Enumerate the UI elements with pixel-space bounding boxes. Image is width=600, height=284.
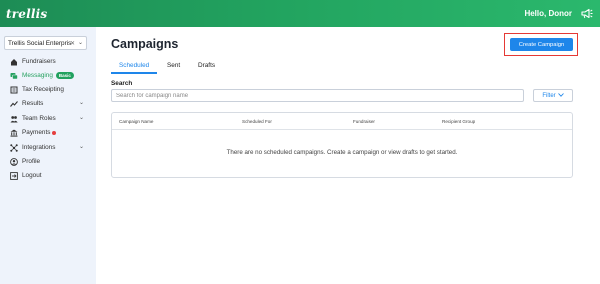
- logout-icon: [10, 171, 18, 180]
- integrations-icon: [10, 143, 18, 152]
- column-header[interactable]: Fundraiser: [353, 119, 375, 124]
- filter-button-label: Filter: [542, 92, 556, 99]
- tab-drafts[interactable]: Drafts: [198, 62, 215, 73]
- org-select[interactable]: Trellis Social Enterprise ✕ ⌄: [4, 36, 87, 50]
- receipt-icon: [10, 86, 18, 94]
- sidebar-item-label: Messaging: [22, 72, 53, 79]
- page-title: Campaigns: [111, 37, 179, 51]
- messaging-icon: [10, 72, 18, 80]
- sidebar-item-label: Integrations: [22, 144, 56, 151]
- clear-icon[interactable]: ✕: [70, 40, 75, 47]
- create-campaign-button[interactable]: Create Campaign: [510, 38, 573, 51]
- chevron-down-icon[interactable]: ⌄: [79, 114, 84, 121]
- app-logo[interactable]: trellis: [6, 7, 47, 21]
- plan-badge: Basic: [55, 72, 74, 79]
- column-header[interactable]: Recipient Group: [442, 119, 475, 124]
- sidebar-item-integrations[interactable]: Integrations ⌄: [10, 142, 90, 153]
- table-header: Campaign Name Scheduled For Fundraiser R…: [112, 113, 572, 130]
- sidebar-item-label: Profile: [22, 158, 41, 165]
- sidebar-item-label: Logout: [22, 172, 42, 179]
- sidebar-item-label: Team Roles: [22, 115, 56, 122]
- main-content: Campaigns Create Campaign Scheduled Sent…: [96, 27, 600, 284]
- alert-dot: [52, 130, 57, 135]
- search-input[interactable]: [111, 89, 524, 102]
- chevron-down-icon: [557, 92, 564, 99]
- active-tab-indicator: [111, 72, 157, 74]
- filter-button[interactable]: Filter: [533, 89, 573, 102]
- top-right-area: Hello, Donor: [524, 8, 594, 20]
- sidebar-item-label: Fundraisers: [22, 58, 56, 65]
- sidebar-item-team-roles[interactable]: Team Roles ⌄: [10, 113, 90, 124]
- sidebar-item-profile[interactable]: Profile: [10, 156, 90, 167]
- create-campaign-highlight: Create Campaign: [504, 33, 578, 56]
- chevron-down-icon[interactable]: ⌄: [79, 143, 84, 150]
- sidebar: Trellis Social Enterprise ✕ ⌄ Fundraiser…: [0, 27, 96, 284]
- sidebar-item-messaging[interactable]: Messaging Basic: [10, 70, 90, 81]
- users-icon: [10, 115, 18, 123]
- column-header[interactable]: Scheduled For: [242, 119, 272, 124]
- tab-sent[interactable]: Sent: [167, 62, 180, 73]
- bank-icon: [10, 129, 18, 137]
- profile-icon: [10, 157, 18, 166]
- top-bar: trellis Hello, Donor: [0, 0, 600, 27]
- home-icon: [10, 58, 18, 66]
- org-select-value: Trellis Social Enterprise: [8, 39, 71, 47]
- user-greeting[interactable]: Hello, Donor: [524, 9, 572, 18]
- sidebar-item-results[interactable]: Results ⌄: [10, 98, 90, 109]
- chevron-down-icon[interactable]: ⌄: [79, 99, 84, 106]
- megaphone-icon[interactable]: [580, 8, 594, 20]
- campaigns-table: Campaign Name Scheduled For Fundraiser R…: [111, 112, 573, 178]
- search-label: Search: [111, 80, 133, 87]
- sidebar-item-label: Tax Receipting: [22, 86, 64, 93]
- chevron-down-icon[interactable]: ⌄: [78, 39, 83, 46]
- sidebar-item-payments[interactable]: Payments: [10, 127, 90, 138]
- sidebar-item-label: Payments: [22, 129, 51, 136]
- campaign-tabs: Scheduled Sent Drafts: [111, 62, 261, 74]
- chart-icon: [10, 100, 18, 108]
- empty-state-message: There are no scheduled campaigns. Create…: [226, 149, 458, 156]
- sidebar-item-tax-receipting[interactable]: Tax Receipting: [10, 84, 90, 95]
- sidebar-item-label: Results: [22, 100, 44, 107]
- sidebar-item-fundraisers[interactable]: Fundraisers: [10, 56, 90, 67]
- sidebar-item-logout[interactable]: Logout: [10, 170, 90, 181]
- column-header[interactable]: Campaign Name: [119, 119, 153, 124]
